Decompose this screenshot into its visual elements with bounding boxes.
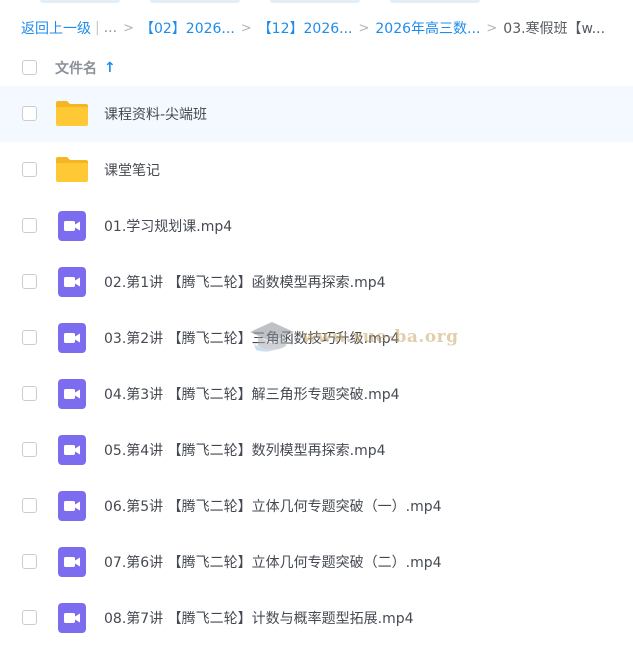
video-file-icon[interactable] (57, 378, 87, 414)
back-link[interactable]: 返回上一级 (21, 18, 91, 38)
column-filename-label: 文件名 (55, 61, 97, 77)
file-row[interactable]: 08.第7讲 【腾飞二轮】计数与概率题型拓展.mp4 (0, 590, 633, 646)
row-checkbox[interactable] (22, 218, 37, 233)
video-file-icon[interactable] (57, 546, 87, 582)
file-row[interactable]: 04.第3讲 【腾飞二轮】解三角形专题突破.mp4 (0, 366, 633, 422)
file-row[interactable]: 07.第6讲 【腾飞二轮】立体几何专题突破（二）.mp4 (0, 534, 633, 590)
row-checkbox[interactable] (22, 274, 37, 289)
breadcrumb-item-2026[interactable]: 2026年高三数... (375, 18, 480, 38)
file-name[interactable]: 03.第2讲 【腾飞二轮】三角函数技巧升级.mp4 (104, 328, 400, 348)
file-name[interactable]: 05.第4讲 【腾飞二轮】数列模型再探索.mp4 (104, 440, 386, 460)
file-row[interactable]: 05.第4讲 【腾飞二轮】数列模型再探索.mp4 (0, 422, 633, 478)
file-row[interactable]: 01.学习规划课.mp4 (0, 198, 633, 254)
row-checkbox[interactable] (22, 386, 37, 401)
breadcrumb-separator: > (240, 20, 252, 36)
file-name[interactable]: 07.第6讲 【腾飞二轮】立体几何专题突破（二）.mp4 (104, 552, 442, 572)
file-name[interactable]: 06.第5讲 【腾飞二轮】立体几何专题突破（一）.mp4 (104, 496, 442, 516)
video-file-icon[interactable] (57, 210, 87, 246)
breadcrumb-pipe: | (95, 20, 100, 36)
sort-ascending-icon[interactable]: ↑ (104, 60, 116, 76)
video-file-icon[interactable] (57, 434, 87, 470)
file-name[interactable]: 课堂笔记 (104, 160, 160, 180)
row-checkbox[interactable] (22, 162, 37, 177)
file-name[interactable]: 02.第1讲 【腾飞二轮】函数模型再探索.mp4 (104, 272, 386, 292)
breadcrumb-item-02[interactable]: 【02】2026... (140, 18, 235, 38)
row-checkbox[interactable] (22, 330, 37, 345)
video-file-icon[interactable] (57, 490, 87, 526)
folder-row[interactable]: 课程资料-尖端班 (0, 86, 633, 142)
breadcrumb-ellipsis[interactable]: ... (104, 20, 117, 36)
video-file-icon[interactable] (57, 322, 87, 358)
breadcrumb-current: 03.寒假班【w... (503, 21, 606, 37)
file-row[interactable]: 03.第2讲 【腾飞二轮】三角函数技巧升级.mp4 (0, 310, 633, 366)
folder-icon[interactable] (54, 154, 90, 188)
file-row[interactable]: 06.第5讲 【腾飞二轮】立体几何专题突破（一）.mp4 (0, 478, 633, 534)
breadcrumb-separator: > (358, 20, 370, 36)
breadcrumb: 返回上一级 | ... > 【02】2026... > 【12】2026... … (21, 16, 621, 40)
row-checkbox[interactable] (22, 554, 37, 569)
folder-row[interactable]: 课堂笔记 (0, 142, 633, 198)
row-checkbox[interactable] (22, 610, 37, 625)
folder-icon[interactable] (54, 98, 90, 132)
file-row[interactable]: 02.第1讲 【腾飞二轮】函数模型再探索.mp4 (0, 254, 633, 310)
select-all-checkbox[interactable] (22, 60, 37, 75)
column-filename[interactable]: 文件名 ↑ (55, 58, 116, 78)
video-file-icon[interactable] (57, 602, 87, 638)
file-name[interactable]: 01.学习规划课.mp4 (104, 216, 232, 236)
row-checkbox[interactable] (22, 106, 37, 121)
row-checkbox[interactable] (22, 442, 37, 457)
row-checkbox[interactable] (22, 498, 37, 513)
list-header: 文件名 ↑ (0, 52, 633, 84)
top-strip (0, 0, 633, 4)
breadcrumb-separator: > (123, 20, 134, 36)
file-name[interactable]: 04.第3讲 【腾飞二轮】解三角形专题突破.mp4 (104, 384, 400, 404)
breadcrumb-separator: > (486, 20, 498, 36)
video-file-icon[interactable] (57, 266, 87, 302)
file-name[interactable]: 课程资料-尖端班 (104, 104, 207, 124)
file-name[interactable]: 08.第7讲 【腾飞二轮】计数与概率题型拓展.mp4 (104, 608, 414, 628)
file-list: 课程资料-尖端班 课堂笔记 01.学习规划课.mp4 02.第1讲 【腾飞二轮】函数模… (0, 86, 633, 646)
breadcrumb-item-12[interactable]: 【12】2026... (258, 18, 353, 38)
